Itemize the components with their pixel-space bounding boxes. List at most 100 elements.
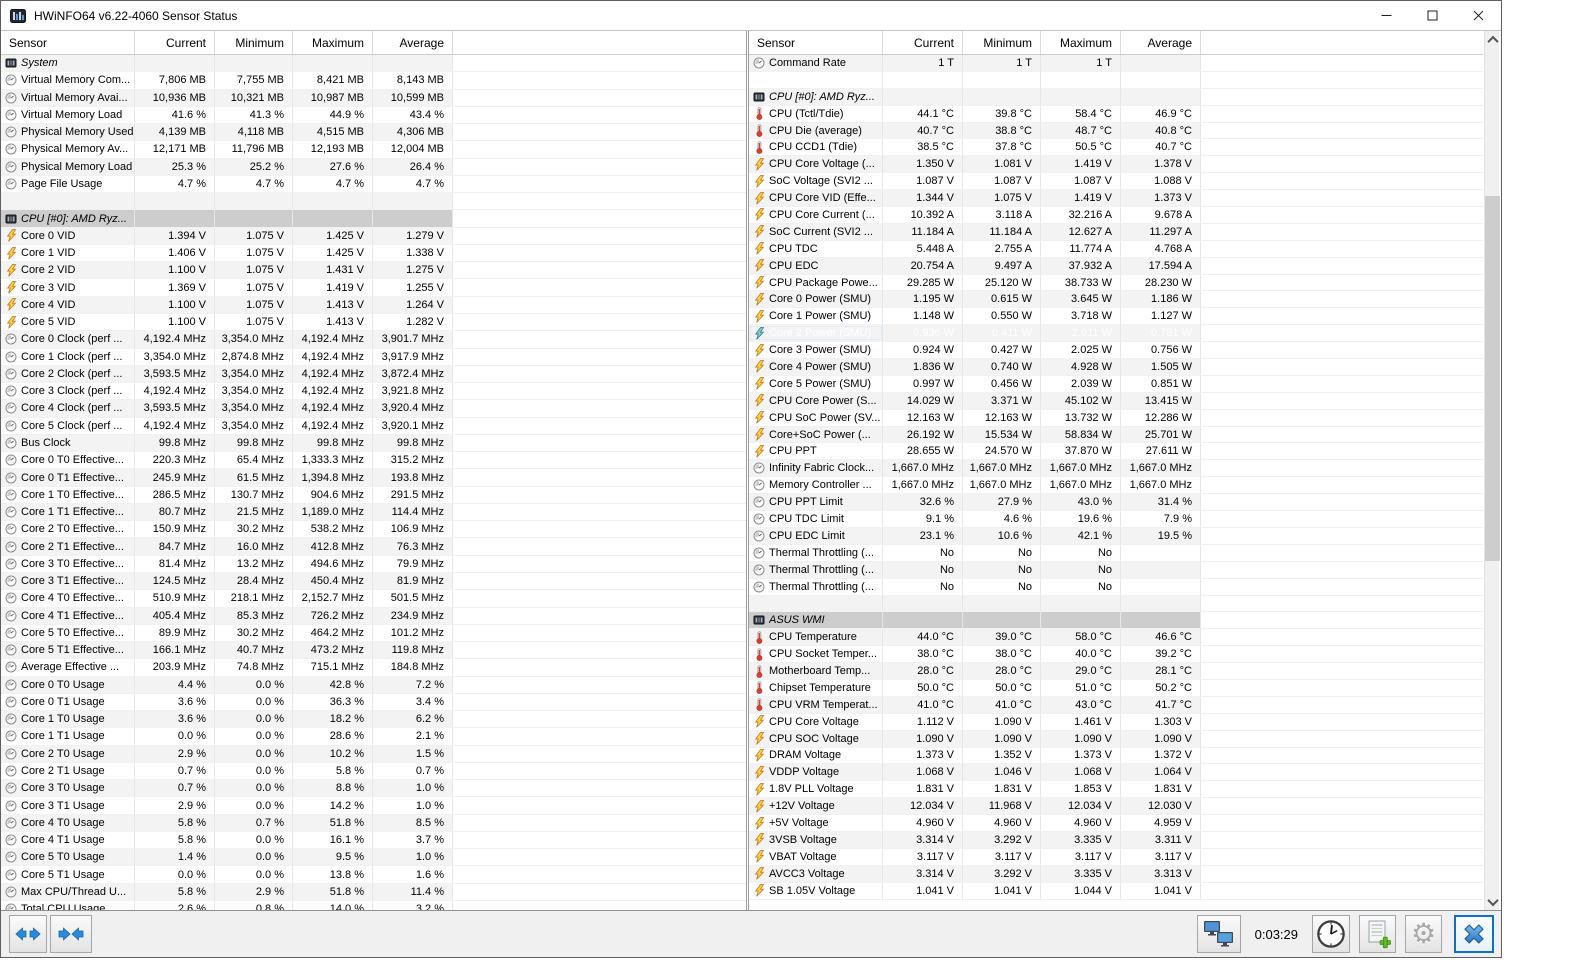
sensor-row[interactable]: Core 0 VID 1.394 V 1.075 V 1.425 V 1.279… xyxy=(1,228,746,245)
titlebar[interactable]: HWiNFO64 v6.22-4060 Sensor Status xyxy=(1,1,1501,31)
sensor-row[interactable]: System xyxy=(1,55,746,72)
clock-button[interactable] xyxy=(1312,915,1350,953)
scrollbar-thumb[interactable] xyxy=(1485,196,1500,561)
collapse-columns-button[interactable] xyxy=(50,915,92,953)
sensor-row[interactable]: Motherboard Temp... 28.0 °C 28.0 °C 29.0… xyxy=(749,663,1483,680)
sensor-row[interactable]: Core 5 T0 Effective... 89.9 MHz 30.2 MHz… xyxy=(1,625,746,642)
sensor-row[interactable]: Core 2 T1 Effective... 84.7 MHz 16.0 MHz… xyxy=(1,538,746,555)
sensor-row[interactable]: Core 2 T0 Usage 2.9 % 0.0 % 10.2 % 1.5 % xyxy=(1,746,746,763)
sensor-row[interactable]: Core 0 T0 Usage 4.4 % 0.0 % 42.8 % 7.2 % xyxy=(1,677,746,694)
sensor-row[interactable]: Core 1 Power (SMU) 1.148 W 0.550 W 3.718… xyxy=(749,308,1483,325)
sensor-row[interactable]: Core 2 T1 Usage 0.7 % 0.0 % 5.8 % 0.7 % xyxy=(1,763,746,780)
sensor-row[interactable]: Core 5 T1 Effective... 166.1 MHz 40.7 MH… xyxy=(1,642,746,659)
sensor-row[interactable]: CPU Core Voltage 1.112 V 1.090 V 1.461 V… xyxy=(749,714,1483,731)
sensor-row[interactable]: Core 2 VID 1.100 V 1.075 V 1.431 V 1.275… xyxy=(1,262,746,279)
sensor-row[interactable]: CPU SOC Voltage 1.090 V 1.090 V 1.090 V … xyxy=(749,731,1483,748)
sensor-row[interactable]: +12V Voltage 12.034 V 11.968 V 12.034 V … xyxy=(749,798,1483,815)
sensor-row[interactable]: CPU Temperature 44.0 °C 39.0 °C 58.0 °C … xyxy=(749,629,1483,646)
sensor-row[interactable]: Core 4 T1 Effective... 405.4 MHz 85.3 MH… xyxy=(1,608,746,625)
sensor-row[interactable]: DRAM Voltage 1.373 V 1.352 V 1.373 V 1.3… xyxy=(749,748,1483,765)
sensor-row[interactable]: SoC Voltage (SVI2 ... 1.087 V 1.087 V 1.… xyxy=(749,173,1483,190)
column-header-maximum[interactable]: Maximum xyxy=(1041,31,1121,54)
expand-columns-button[interactable] xyxy=(9,915,47,953)
sensor-row[interactable]: Page File Usage 4.7 % 4.7 % 4.7 % 4.7 % xyxy=(1,176,746,193)
column-header-maximum[interactable]: Maximum xyxy=(293,31,373,54)
maximize-button[interactable] xyxy=(1409,1,1455,30)
sensor-row[interactable]: VBAT Voltage 3.117 V 3.117 V 3.117 V 3.1… xyxy=(749,849,1483,866)
sensor-row[interactable]: Virtual Memory Load 41.6 % 41.3 % 44.9 %… xyxy=(1,107,746,124)
column-header-current[interactable]: Current xyxy=(135,31,215,54)
sensor-row[interactable]: Core 2 Power (SMU) 0.936 W 0.411 W 2.011… xyxy=(749,325,1483,342)
sensor-row[interactable]: Chipset Temperature 50.0 °C 50.0 °C 51.0… xyxy=(749,680,1483,697)
close-sensors-button[interactable] xyxy=(1454,915,1494,953)
sensor-row[interactable]: Core 1 VID 1.406 V 1.075 V 1.425 V 1.338… xyxy=(1,245,746,262)
sensor-row[interactable]: Core 5 T0 Usage 1.4 % 0.0 % 9.5 % 1.0 % xyxy=(1,849,746,866)
report-log-button[interactable] xyxy=(1359,915,1396,953)
sensor-row[interactable]: CPU [#0]: AMD Ryz... xyxy=(749,89,1483,106)
sensor-row[interactable] xyxy=(749,596,1483,613)
sensor-row[interactable] xyxy=(749,72,1483,89)
sensor-row[interactable]: CPU PPT 28.655 W 24.570 W 37.870 W 27.61… xyxy=(749,443,1483,460)
sensor-row[interactable]: Physical Memory Av... 12,171 MB 11,796 M… xyxy=(1,141,746,158)
sensor-row[interactable]: CPU Socket Temper... 38.0 °C 38.0 °C 40.… xyxy=(749,646,1483,663)
sensor-row[interactable]: CPU Core Voltage (... 1.350 V 1.081 V 1.… xyxy=(749,156,1483,173)
sensor-row[interactable]: CPU SoC Power (SV... 12.163 W 12.163 W 1… xyxy=(749,410,1483,427)
sensor-row[interactable]: Core 3 T0 Effective... 81.4 MHz 13.2 MHz… xyxy=(1,556,746,573)
sensor-row[interactable]: Core 0 Clock (perf ... 4,192.4 MHz 3,354… xyxy=(1,331,746,348)
sensor-row[interactable]: Core 3 Clock (perf ... 4,192.4 MHz 3,354… xyxy=(1,383,746,400)
sensor-row[interactable]: CPU EDC 20.754 A 9.497 A 37.932 A 17.594… xyxy=(749,258,1483,275)
sensor-row[interactable]: 1.8V PLL Voltage 1.831 V 1.831 V 1.853 V… xyxy=(749,781,1483,798)
remote-monitoring-button[interactable] xyxy=(1197,915,1241,953)
sensor-row[interactable]: Virtual Memory Avai... 10,936 MB 10,321 … xyxy=(1,90,746,107)
column-header-minimum[interactable]: Minimum xyxy=(963,31,1041,54)
sensor-row[interactable]: CPU TDC 5.448 A 2.755 A 11.774 A 4.768 A xyxy=(749,241,1483,258)
scroll-up-button[interactable] xyxy=(1485,31,1500,48)
sensor-row[interactable]: Core 4 VID 1.100 V 1.075 V 1.413 V 1.264… xyxy=(1,297,746,314)
sensor-row[interactable]: Core 0 Power (SMU) 1.195 W 0.615 W 3.645… xyxy=(749,291,1483,308)
vertical-scrollbar[interactable] xyxy=(1484,31,1499,910)
sensor-row[interactable]: Core 4 T1 Usage 5.8 % 0.0 % 16.1 % 3.7 % xyxy=(1,832,746,849)
sensor-row[interactable]: Total CPU Usage 2.6 % 0.8 % 14.0 % 3.2 % xyxy=(1,901,746,910)
sensor-row[interactable]: CPU [#0]: AMD Ryz... xyxy=(1,210,746,227)
sensor-row[interactable]: Core 4 Clock (perf ... 3,593.5 MHz 3,354… xyxy=(1,400,746,417)
column-header-sensor[interactable]: Sensor xyxy=(1,31,135,54)
column-header-average[interactable]: Average xyxy=(373,31,453,54)
sensor-row[interactable] xyxy=(1,193,746,210)
sensor-row[interactable]: Infinity Fabric Clock... 1,667.0 MHz 1,6… xyxy=(749,460,1483,477)
sensor-row[interactable]: CPU Die (average) 40.7 °C 38.8 °C 48.7 °… xyxy=(749,123,1483,140)
sensor-row[interactable]: Core 4 T0 Usage 5.8 % 0.7 % 51.8 % 8.5 % xyxy=(1,815,746,832)
sensor-row[interactable]: AVCC3 Voltage 3.314 V 3.292 V 3.335 V 3.… xyxy=(749,866,1483,883)
minimize-button[interactable] xyxy=(1363,1,1409,30)
settings-button[interactable]: ⚙ xyxy=(1405,915,1442,953)
sensor-row[interactable]: Core 4 Power (SMU) 1.836 W 0.740 W 4.928… xyxy=(749,359,1483,376)
sensor-row[interactable]: Command Rate 1 T 1 T 1 T xyxy=(749,55,1483,72)
sensor-row[interactable]: Core 3 VID 1.369 V 1.075 V 1.419 V 1.255… xyxy=(1,279,746,296)
sensor-row[interactable]: Core 5 Clock (perf ... 4,192.4 MHz 3,354… xyxy=(1,418,746,435)
sensor-row[interactable]: Physical Memory Load 25.3 % 25.2 % 27.6 … xyxy=(1,159,746,176)
sensor-row[interactable]: CPU EDC Limit 23.1 % 10.6 % 42.1 % 19.5 … xyxy=(749,528,1483,545)
sensor-row[interactable]: Virtual Memory Com... 7,806 MB 7,755 MB … xyxy=(1,72,746,89)
sensor-row[interactable]: Core 0 T1 Usage 3.6 % 0.0 % 36.3 % 3.4 % xyxy=(1,694,746,711)
sensor-row[interactable]: Core 3 T1 Effective... 124.5 MHz 28.4 MH… xyxy=(1,573,746,590)
sensor-row[interactable]: Core 1 Clock (perf ... 3,354.0 MHz 2,874… xyxy=(1,349,746,366)
sensor-row[interactable]: Core 5 T1 Usage 0.0 % 0.0 % 13.8 % 1.6 % xyxy=(1,866,746,883)
sensor-row[interactable]: Core 1 T1 Effective... 80.7 MHz 21.5 MHz… xyxy=(1,504,746,521)
sensor-row[interactable]: Core 3 Power (SMU) 0.924 W 0.427 W 2.025… xyxy=(749,342,1483,359)
sensor-row[interactable]: SoC Current (SVI2 ... 11.184 A 11.184 A … xyxy=(749,224,1483,241)
sensor-row[interactable]: SB 1.05V Voltage 1.041 V 1.041 V 1.044 V… xyxy=(749,883,1483,900)
sensor-row[interactable]: CPU (Tctl/Tdie) 44.1 °C 39.8 °C 58.4 °C … xyxy=(749,106,1483,123)
sensor-row[interactable]: Thermal Throttling (... No No No xyxy=(749,579,1483,596)
sensor-row[interactable]: CPU PPT Limit 32.6 % 27.9 % 43.0 % 31.4 … xyxy=(749,494,1483,511)
sensor-row[interactable]: CPU Core Power (S... 14.029 W 3.371 W 45… xyxy=(749,393,1483,410)
sensor-row[interactable]: Core 3 T1 Usage 2.9 % 0.0 % 14.2 % 1.0 % xyxy=(1,797,746,814)
sensor-row[interactable]: Core 2 T0 Effective... 150.9 MHz 30.2 MH… xyxy=(1,521,746,538)
sensor-row[interactable]: Bus Clock 99.8 MHz 99.8 MHz 99.8 MHz 99.… xyxy=(1,435,746,452)
sensor-row[interactable]: Core 1 T0 Usage 3.6 % 0.0 % 18.2 % 6.2 % xyxy=(1,711,746,728)
sensor-row[interactable]: Core 0 T1 Effective... 245.9 MHz 61.5 MH… xyxy=(1,469,746,486)
sensor-row[interactable]: Physical Memory Used 4,139 MB 4,118 MB 4… xyxy=(1,124,746,141)
sensor-row[interactable]: Core 5 VID 1.100 V 1.075 V 1.413 V 1.282… xyxy=(1,314,746,331)
sensor-row[interactable]: Core 2 Clock (perf ... 3,593.5 MHz 3,354… xyxy=(1,366,746,383)
column-header-sensor[interactable]: Sensor xyxy=(749,31,883,54)
column-header-current[interactable]: Current xyxy=(883,31,963,54)
sensor-row[interactable]: Thermal Throttling (... No No No xyxy=(749,562,1483,579)
